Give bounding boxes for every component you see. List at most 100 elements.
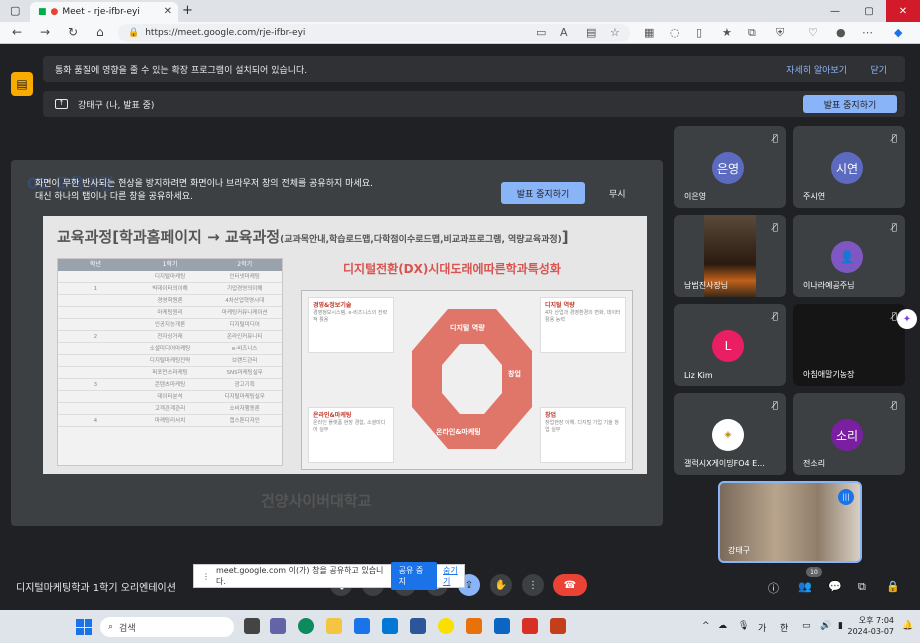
participant-tile[interactable]: 🎙̸ 시연 주시연 — [793, 126, 905, 208]
collections-icon[interactable]: ⧉ — [748, 26, 756, 40]
dx-card-title: 창업 — [545, 412, 557, 419]
maximize-icon[interactable]: ▢ — [852, 0, 886, 22]
ime-mode[interactable]: 가 — [758, 621, 766, 634]
warning-ignore-button[interactable]: 무시 — [609, 187, 626, 200]
stop-presenting-button[interactable]: 발표 중지하기 — [803, 95, 897, 113]
mic-off-icon: 🎙̸ — [891, 134, 897, 144]
table-cell: 빅데이터의이해 — [152, 286, 188, 292]
table-header-cell: 2학기 — [237, 261, 253, 268]
profile-icon[interactable]: ● — [836, 26, 846, 39]
people-icon[interactable]: 👥 — [798, 580, 812, 593]
participant-tile[interactable]: 🎙̸ 👤 이나라예공주님 — [793, 215, 905, 297]
table-row: 경영학원론 4차산업혁명시대 — [58, 295, 282, 307]
self-video-tile[interactable]: ||| 강태구 — [718, 481, 862, 563]
favorites-bar-icon[interactable]: ★ — [722, 26, 732, 39]
dx-title: 디지털전환(DX)시대도래에따른학과특성화 — [343, 262, 561, 276]
acrobat-icon[interactable] — [522, 618, 538, 634]
split-screen-icon[interactable]: ▯ — [696, 26, 702, 39]
warning-stop-presenting-button[interactable]: 발표 중지하기 — [501, 182, 585, 204]
table-row: 퍼포먼스마케팅 SNS마케팅실무 — [58, 367, 282, 379]
favorite-icon[interactable]: ☆ — [610, 26, 620, 39]
more-options-button[interactable]: ⋮ — [522, 574, 544, 596]
table-cell: e-비즈니스 — [231, 346, 258, 352]
powerpoint-icon[interactable] — [550, 618, 566, 634]
file-explorer-icon[interactable] — [326, 618, 342, 634]
minimize-icon[interactable]: — — [818, 0, 852, 22]
participant-tile[interactable]: 🎙̸ ◈ 갤럭시X게이밍FO4 E... — [674, 393, 786, 475]
table-cell: 전자상거래 — [157, 334, 183, 340]
window-menu-icon[interactable]: ▢ — [10, 4, 20, 17]
galaxy-logo-icon: ◈ — [712, 419, 744, 451]
mail-icon[interactable] — [382, 618, 398, 634]
home-icon[interactable]: ⌂ — [96, 25, 104, 39]
leave-call-button[interactable]: ☎ — [553, 574, 587, 596]
tab-close-icon[interactable]: ✕ — [164, 6, 172, 17]
octagon-label: 디지털 역량 — [450, 324, 485, 332]
table-row: 1 빅데이터의이해 기업경영의이해 — [58, 283, 282, 295]
search-app-icon[interactable] — [466, 618, 482, 634]
table-cell — [58, 355, 133, 366]
activities-icon[interactable]: ⧉ — [858, 580, 866, 594]
forward-icon[interactable]: → — [40, 25, 50, 39]
reader-icon[interactable]: ▤ — [586, 26, 596, 39]
extension-icon[interactable]: ▦ — [644, 26, 654, 39]
chat-icon[interactable]: 💬 — [828, 580, 842, 593]
mic-off-icon: 🎙̸ — [891, 223, 897, 233]
table-cell — [58, 319, 133, 330]
volume-icon[interactable]: 🔊 — [820, 621, 831, 631]
table-row: 마케팅원리 마케팅커뮤니케이션 — [58, 307, 282, 319]
task-view-icon[interactable] — [244, 618, 260, 634]
shield-icon[interactable]: ⛨ — [776, 26, 784, 40]
stop-sharing-button[interactable]: 공유 중지 — [390, 562, 437, 590]
table-cell: 마케팅커뮤니케이션 — [221, 310, 268, 316]
refresh-ext-icon[interactable]: ◌ — [670, 26, 680, 39]
browser-tab-meet[interactable]: ■ ● Meet - rje-ifbr-eyi ✕ — [30, 2, 178, 22]
edge-icon[interactable] — [298, 618, 314, 634]
word-icon[interactable] — [410, 618, 426, 634]
teams-icon[interactable] — [270, 618, 286, 634]
url-field[interactable]: 🔒 https://meet.google.com/rje-ifbr-eyi — [118, 24, 630, 42]
camera-icon[interactable]: ▭ — [536, 26, 546, 39]
copilot-sidebar-icon[interactable]: ✦ — [897, 309, 917, 329]
kakaotalk-icon[interactable] — [438, 618, 454, 634]
octagon-label: 창업 — [508, 370, 521, 378]
participant-tile[interactable]: 🎙̸ 소리 전소리 — [793, 393, 905, 475]
browser-essentials-icon[interactable]: ♡ — [808, 26, 818, 39]
store-icon[interactable] — [354, 618, 370, 634]
taskbar-clock[interactable]: 오후 7:04 2024-03-07 — [848, 615, 895, 637]
meeting-info-icon[interactable]: ⓘ — [768, 580, 779, 596]
participant-tile[interactable]: 🎙̸ 은영 이은영 — [674, 126, 786, 208]
network-icon[interactable]: ▭ — [802, 621, 811, 631]
banner-close-button[interactable]: 닫기 — [870, 63, 887, 76]
default-user-avatar-icon: 👤 — [831, 241, 863, 273]
table-cell: 인터넷마케팅 — [229, 274, 260, 280]
tray-chevron-icon[interactable]: ^ — [702, 621, 710, 631]
tray-mic-icon[interactable]: 🎙 — [738, 621, 749, 631]
host-controls-icon[interactable]: 🔒 — [886, 580, 900, 593]
participant-tile[interactable]: 🎙̸ 남범진사장님 — [674, 215, 786, 297]
more-icon[interactable]: ⋯ — [862, 26, 873, 39]
table-cell: 기업경영의이해 — [226, 286, 263, 292]
table-cell — [58, 367, 133, 378]
extension-warning-icon[interactable]: ▤ — [11, 72, 33, 96]
participant-tile[interactable]: 🎙̸ L Liz Kim — [674, 304, 786, 386]
learn-more-link[interactable]: 자세히 알아보기 — [786, 63, 847, 76]
read-aloud-icon[interactable]: A — [560, 26, 568, 39]
taskbar-search[interactable]: ⌕ 검색 — [100, 617, 234, 637]
close-window-icon[interactable]: ✕ — [886, 0, 920, 22]
hangul-icon[interactable] — [494, 618, 510, 634]
drag-handle-icon[interactable]: ⋮ — [202, 572, 210, 581]
participant-tile[interactable]: 🎙̸ 아침애말기농장 — [793, 304, 905, 386]
dx-card: 온라인&마케팅 온라인 플랫폼 현장 경험, 소셜미디어 실무 — [308, 407, 394, 463]
raise-hand-button[interactable]: ✋ — [490, 574, 512, 596]
start-icon[interactable] — [76, 619, 92, 635]
onedrive-icon[interactable]: ☁ — [718, 621, 727, 631]
notification-bell-icon[interactable]: 🔔 — [902, 621, 913, 631]
battery-icon[interactable]: ▮ — [838, 621, 843, 631]
copilot-icon[interactable]: ◆ — [894, 26, 902, 39]
back-icon[interactable]: ← — [12, 25, 22, 39]
ime-language[interactable]: 한 — [780, 621, 788, 634]
reload-icon[interactable]: ↻ — [68, 25, 78, 39]
new-tab-icon[interactable]: + — [182, 3, 193, 18]
hide-notice-button[interactable]: 숨기기 — [443, 565, 464, 587]
